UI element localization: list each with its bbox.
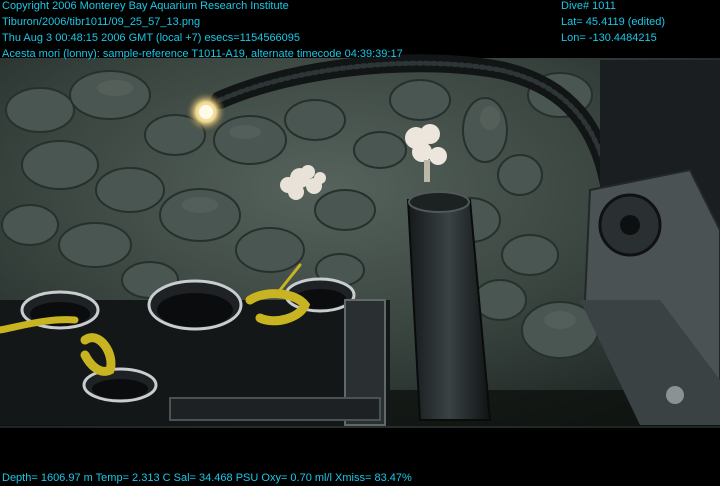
image-filename: Tiburon/2006/tibr1011/09_25_57_13.png [2,16,201,28]
video-frame: Copyright 2006 Monterey Bay Aquarium Res… [0,0,720,486]
dive-number: Dive# 1011 [561,0,616,12]
info-overlay-top-left: Copyright 2006 Monterey Bay Aquarium Res… [2,0,403,62]
sample-quivers [0,277,390,426]
latitude: Lat= 45.4119 (edited) [561,16,666,28]
info-overlay-top-right: Dive# 1011 Lat= 45.4119 (edited) Lon= -1… [561,0,665,46]
annotation-line: Acesta mori (lonny): sample-reference T1… [2,48,403,60]
timestamp-line: Thu Aug 3 00:48:15 2006 GMT (local +7) e… [2,32,301,44]
seafloor-scene [0,54,720,428]
sensor-readout-text: Depth= 1606.97 m Temp= 2.313 C Sal= 34.4… [2,472,412,484]
copyright-line: Copyright 2006 Monterey Bay Aquarium Res… [2,0,289,12]
sensor-readout: Depth= 1606.97 m Temp= 2.313 C Sal= 34.4… [2,470,412,486]
longitude: Lon= -130.4484215 [561,32,657,44]
